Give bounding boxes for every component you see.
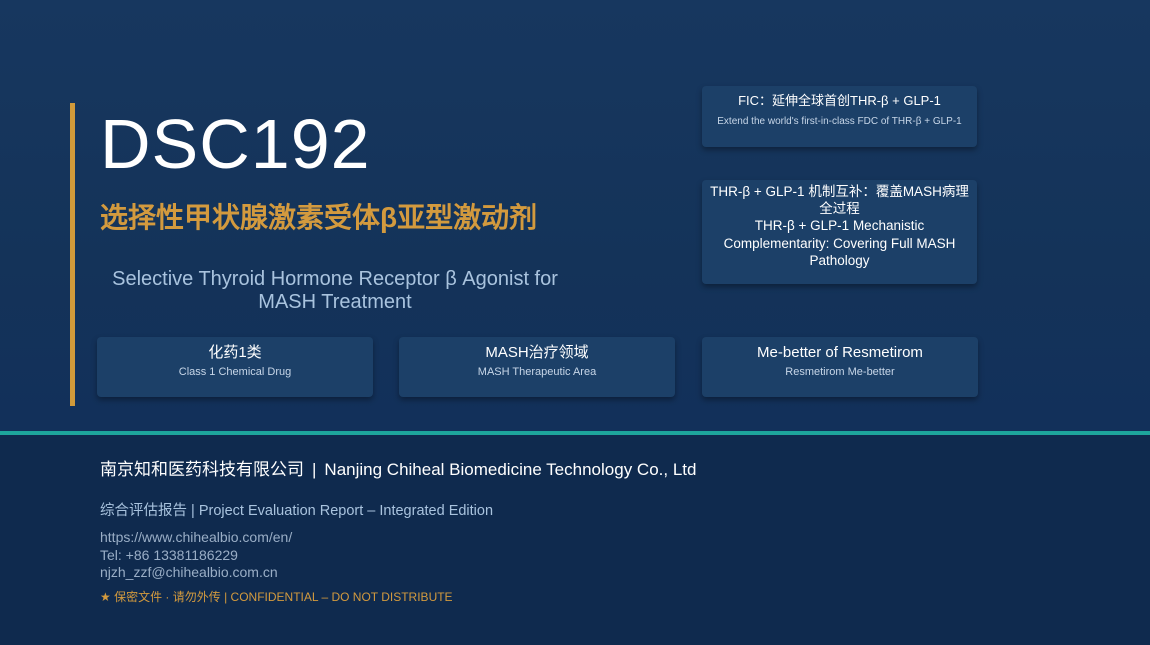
fic-card: FIC：延伸全球首创THR-β + GLP-1 Extend the world… [702, 86, 977, 147]
subtitle-english: Selective Thyroid Hormone Receptor β Ago… [112, 268, 558, 313]
fic-card-cn: FIC：延伸全球首创THR-β + GLP-1 [738, 93, 941, 108]
report-type: 综合评估报告 | Project Evaluation Report – Int… [100, 503, 494, 519]
mechanism-card-cn: THR-β + GLP-1 机制互补：覆盖MASH病理全过程 [710, 184, 969, 216]
product-title: DSC192 [100, 105, 371, 183]
company-separator: | [312, 460, 317, 479]
feature-card-en: MASH Therapeutic Area [477, 366, 597, 378]
feature-card-cn: Me-better of Resmetirom [757, 344, 923, 361]
company-name-cn: 南京知和医药科技有限公司 [100, 460, 304, 479]
fic-card-en: Extend the world's first-in-class FDC of… [717, 116, 962, 127]
feature-card-class: 化药1类 Class 1 Chemical Drug [97, 337, 373, 397]
feature-card-cn: MASH治疗领域 [485, 344, 589, 361]
email-link[interactable]: njzh_zzf@chihealbio.com.cn [100, 564, 292, 582]
contact-block: https://www.chihealbio.com/en/ Tel: +86 … [100, 529, 292, 582]
mechanism-card-en: THR-β + GLP-1 Mechanistic Complementarit… [723, 218, 956, 268]
confidential-notice: ★ 保密文件 · 请勿外传 | CONFIDENTIAL – DO NOT DI… [100, 590, 453, 604]
feature-card-cn: 化药1类 [208, 344, 262, 361]
feature-card-area: MASH治疗领域 MASH Therapeutic Area [399, 337, 675, 397]
gold-accent-bar [70, 103, 75, 406]
feature-card-en: Class 1 Chemical Drug [178, 366, 292, 378]
website-link[interactable]: https://www.chihealbio.com/en/ [100, 529, 292, 547]
telephone: Tel: +86 13381186229 [100, 546, 238, 563]
subtitle-chinese: 选择性甲状腺激素受体β亚型激动剂 [100, 202, 538, 233]
feature-card-mebetter: Me-better of Resmetirom Resmetirom Me-be… [702, 337, 978, 397]
feature-card-en: Resmetirom Me-better [785, 366, 895, 378]
mechanism-card: THR-β + GLP-1 机制互补：覆盖MASH病理全过程 THR-β + G… [702, 180, 977, 284]
company-name-en: Nanjing Chiheal Biomedicine Technology C… [324, 460, 697, 479]
company-name: 南京知和医药科技有限公司 | Nanjing Chiheal Biomedicine… [100, 459, 696, 481]
